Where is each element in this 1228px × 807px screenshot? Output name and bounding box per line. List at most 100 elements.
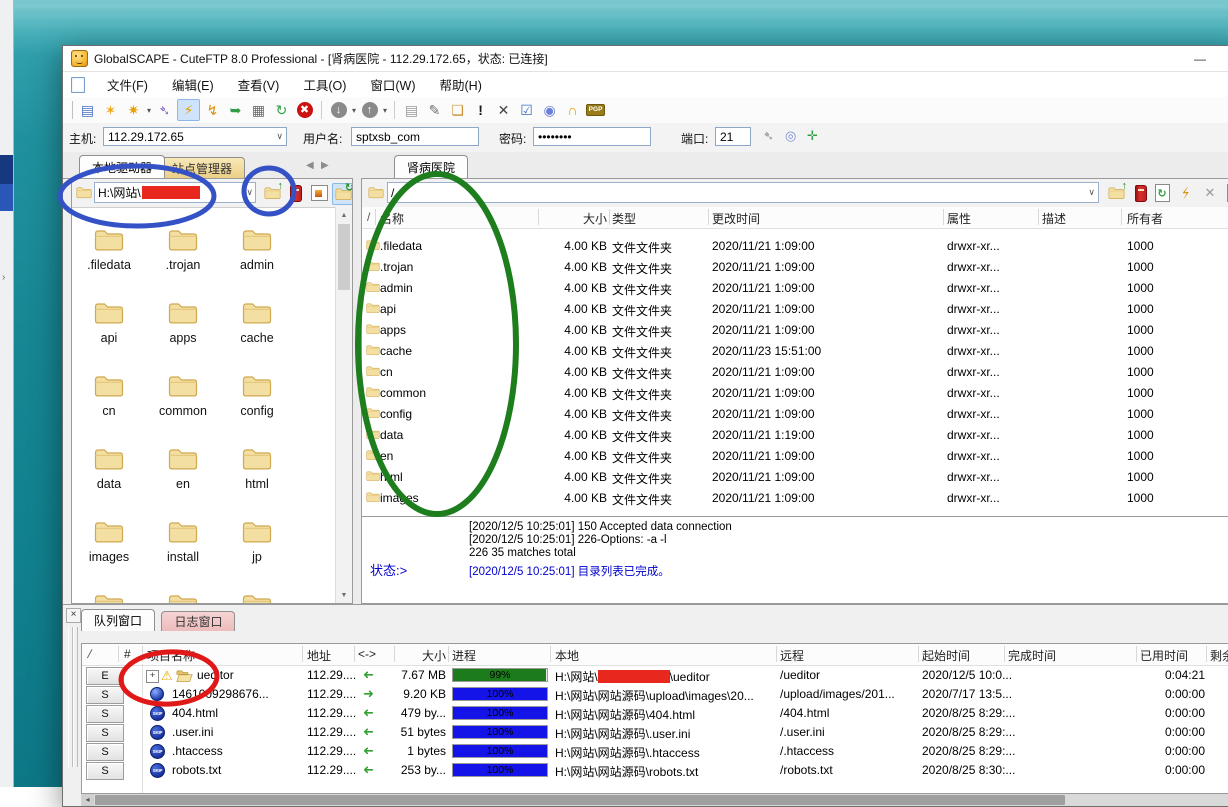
queue-column-header[interactable]: 剩余时间 bbox=[1210, 647, 1228, 664]
remote-file-row[interactable]: en4.00 KB文件文件夹2020/11/21 1:09:00drwxr-xr… bbox=[362, 446, 1228, 467]
refresh-document-icon[interactable]: ↻ bbox=[1152, 183, 1172, 203]
column-separator[interactable] bbox=[550, 646, 551, 662]
chevron-down-icon[interactable]: ∨ bbox=[276, 131, 283, 142]
local-folder-install[interactable]: install bbox=[148, 520, 218, 564]
column-separator[interactable] bbox=[1038, 209, 1039, 225]
remote-column-header[interactable]: 大小 bbox=[542, 210, 607, 227]
local-folder-.trojan[interactable]: .trojan bbox=[148, 228, 218, 272]
tab-log-window[interactable]: 日志窗口 bbox=[161, 611, 235, 631]
local-folder-jp[interactable]: jp bbox=[222, 520, 292, 564]
tab-prev-icon[interactable]: ◀ bbox=[306, 160, 314, 171]
column-separator[interactable] bbox=[918, 646, 919, 662]
queue-column-header[interactable]: 完成时间 bbox=[1008, 647, 1056, 664]
remote-column-header[interactable]: 类型 bbox=[612, 210, 636, 227]
local-folder-.filedata[interactable]: .filedata bbox=[74, 228, 144, 272]
local-folder-partial[interactable] bbox=[74, 593, 144, 603]
local-folder-partial[interactable] bbox=[148, 593, 218, 603]
refresh-icon[interactable]: ↻ bbox=[271, 100, 292, 120]
column-separator[interactable] bbox=[776, 646, 777, 662]
chevron-down-icon[interactable]: ∨ bbox=[246, 187, 253, 198]
local-folder-admin[interactable]: admin bbox=[222, 228, 292, 272]
column-separator[interactable] bbox=[538, 209, 539, 225]
remote-file-row[interactable]: common4.00 KB文件文件夹2020/11/21 1:09:00drwx… bbox=[362, 383, 1228, 404]
stop-icon[interactable]: ✖ bbox=[294, 100, 315, 120]
remote-column-header[interactable]: 更改时间 bbox=[712, 210, 760, 227]
column-separator[interactable] bbox=[142, 646, 143, 662]
remote-file-row[interactable]: .filedata4.00 KB文件文件夹2020/11/21 1:09:00d… bbox=[362, 236, 1228, 257]
column-separator[interactable] bbox=[394, 646, 395, 662]
chevron-down-icon[interactable]: ▾ bbox=[352, 106, 356, 115]
chevron-down-icon[interactable]: ▾ bbox=[383, 106, 387, 115]
maximize-button[interactable] bbox=[1221, 46, 1228, 71]
remote-path-combobox[interactable]: / ∨ bbox=[387, 182, 1099, 203]
tab-next-icon[interactable]: ▶ bbox=[321, 160, 329, 171]
priority-icon[interactable]: ! bbox=[470, 100, 491, 120]
column-separator[interactable] bbox=[1136, 646, 1137, 662]
connect-bolt-icon[interactable]: ⚡ bbox=[177, 99, 200, 121]
queue-column-header[interactable]: 起始时间 bbox=[922, 647, 970, 664]
preview-window-icon[interactable] bbox=[309, 183, 329, 203]
pgp-icon[interactable]: PGP bbox=[585, 100, 606, 120]
view-queue-notes-icon[interactable]: ▤ bbox=[401, 100, 422, 120]
refresh-folder-icon[interactable]: ↻ bbox=[332, 183, 353, 205]
menu-item-1[interactable]: 编辑(E) bbox=[160, 72, 226, 97]
host-combobox[interactable]: 112.29.172.65 ∨ bbox=[103, 127, 287, 146]
remote-column-header[interactable]: 所有者 bbox=[1127, 210, 1163, 227]
chevron-down-icon[interactable]: ∨ bbox=[1088, 187, 1095, 198]
reconnect-icon[interactable]: ➥ bbox=[225, 100, 246, 120]
local-folder-apps[interactable]: apps bbox=[148, 301, 218, 345]
local-folder-html[interactable]: html bbox=[222, 447, 292, 491]
tab-local-drives[interactable]: 本地驱动器 bbox=[79, 155, 165, 178]
tab-remote-site[interactable]: 肾病医院 bbox=[394, 155, 468, 178]
connect-pin-icon[interactable]: ➴ bbox=[763, 128, 774, 144]
local-folder-api[interactable]: api bbox=[74, 301, 144, 345]
queue-hscrollbar[interactable]: ◂ bbox=[81, 794, 1228, 806]
remote-file-row[interactable]: images4.00 KB文件文件夹2020/11/21 1:09:00drwx… bbox=[362, 488, 1228, 509]
tab-site-manager[interactable]: 站点管理器 bbox=[159, 157, 245, 178]
remote-file-row[interactable]: data4.00 KB文件文件夹2020/11/21 1:19:00drwxr-… bbox=[362, 425, 1228, 446]
remote-file-row[interactable]: html4.00 KB文件文件夹2020/11/21 1:09:00drwxr-… bbox=[362, 467, 1228, 488]
queue-column-header[interactable]: # bbox=[124, 647, 131, 661]
menu-item-0[interactable]: 文件(F) bbox=[95, 72, 160, 97]
queue-row[interactable]: SSKIP.user.ini112.29....➜51 bytes100%H:\… bbox=[82, 723, 1228, 742]
headset-icon[interactable]: ∩ bbox=[562, 100, 583, 120]
column-separator[interactable] bbox=[375, 209, 376, 225]
queue-column-header[interactable]: 远程 bbox=[780, 647, 804, 664]
queue-column-header[interactable]: <-> bbox=[358, 647, 376, 661]
column-separator[interactable] bbox=[1004, 646, 1005, 662]
queue-row[interactable]: SSKIProbots.txt112.29....➜253 by...100%H… bbox=[82, 761, 1228, 780]
column-separator[interactable] bbox=[1121, 209, 1122, 225]
delete-icon[interactable]: ✕ bbox=[493, 100, 514, 120]
settings-ring-icon[interactable]: ◉ bbox=[539, 100, 560, 120]
queue-status-button[interactable]: S bbox=[86, 705, 124, 723]
connection-wizard-icon[interactable]: ✶ bbox=[100, 100, 121, 120]
menu-item-5[interactable]: 帮助(H) bbox=[428, 72, 494, 97]
local-folder-partial[interactable] bbox=[222, 593, 292, 603]
password-input[interactable]: •••••••• bbox=[533, 127, 651, 146]
queue-status-button[interactable]: S bbox=[86, 724, 124, 742]
remote-file-row[interactable]: admin4.00 KB文件文件夹2020/11/21 1:09:00drwxr… bbox=[362, 278, 1228, 299]
new-connection-icon[interactable]: ✛ bbox=[807, 128, 818, 144]
menu-item-4[interactable]: 窗口(W) bbox=[358, 72, 427, 97]
remote-column-header[interactable]: 属性 bbox=[947, 210, 971, 227]
remote-list-header[interactable]: / 名称大小类型更改时间属性描述所有者 bbox=[362, 207, 1228, 229]
remote-file-row[interactable]: .trojan4.00 KB文件文件夹2020/11/21 1:09:00drw… bbox=[362, 257, 1228, 278]
queue-row[interactable]: E+⚠ueditor112.29....➜7.67 MB99%H:\网站\\ue… bbox=[82, 666, 1228, 685]
verify-list-icon[interactable]: ☑ bbox=[516, 100, 537, 120]
folder-up-icon[interactable]: ↑ bbox=[262, 183, 282, 203]
column-separator[interactable] bbox=[448, 646, 449, 662]
remote-file-row[interactable]: cn4.00 KB文件文件夹2020/11/21 1:09:00drwxr-xr… bbox=[362, 362, 1228, 383]
queue-status-button[interactable]: E bbox=[86, 667, 124, 685]
close-queue-icon[interactable]: × bbox=[66, 608, 81, 623]
port-input[interactable]: 21 bbox=[715, 127, 751, 146]
queue-column-header[interactable]: 已用时间 bbox=[1140, 647, 1188, 664]
local-scrollbar[interactable]: ▲ ▼ bbox=[335, 207, 352, 603]
minimize-button[interactable]: — bbox=[1183, 46, 1217, 71]
local-folder-config[interactable]: config bbox=[222, 374, 292, 418]
queue-row[interactable]: S1461009298676...112.29....➜9.20 KB100%H… bbox=[82, 685, 1228, 704]
scroll-left-icon[interactable]: ◂ bbox=[81, 794, 94, 806]
scrollbar-thumb[interactable] bbox=[95, 795, 1065, 805]
address-book-icon[interactable]: ▤ bbox=[77, 100, 98, 120]
new-folder-icon[interactable]: ❏ bbox=[447, 100, 468, 120]
upload-icon[interactable]: ↑ bbox=[359, 100, 380, 120]
